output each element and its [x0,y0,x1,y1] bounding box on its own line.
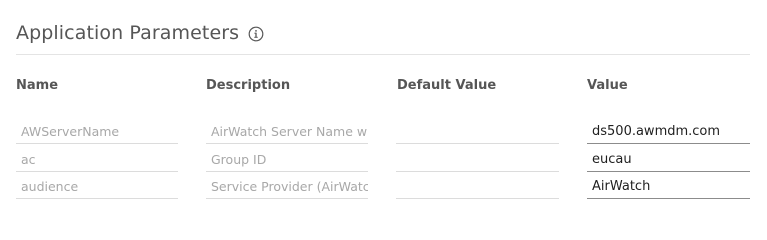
param-description-field: AirWatch Server Name wi [206,120,368,144]
section-title: Application Parameters [16,22,240,44]
column-header-description: Description [206,78,291,93]
param-value-input[interactable]: AirWatch [587,175,750,199]
param-value-input[interactable]: eucau [587,148,750,172]
param-name-field: AWServerName [16,120,178,144]
param-name-field: audience [16,175,178,199]
param-description-field: Group ID [206,148,368,172]
column-header-value: Value [587,78,628,93]
param-default-value-field [396,175,559,199]
param-default-value-field [396,148,559,172]
info-circle-icon[interactable] [248,26,264,42]
column-header-name: Name [16,78,59,93]
param-default-value-field [396,120,559,144]
param-value-input[interactable]: ds500.awmdm.com [587,120,750,144]
application-parameters-panel: Application Parameters Name Description … [0,0,767,222]
header-divider [16,54,750,55]
param-name-field: ac [16,148,178,172]
param-description-field: Service Provider (AirWatc [206,175,368,199]
section-header: Application Parameters [16,20,264,46]
column-header-default-value: Default Value [397,78,497,93]
